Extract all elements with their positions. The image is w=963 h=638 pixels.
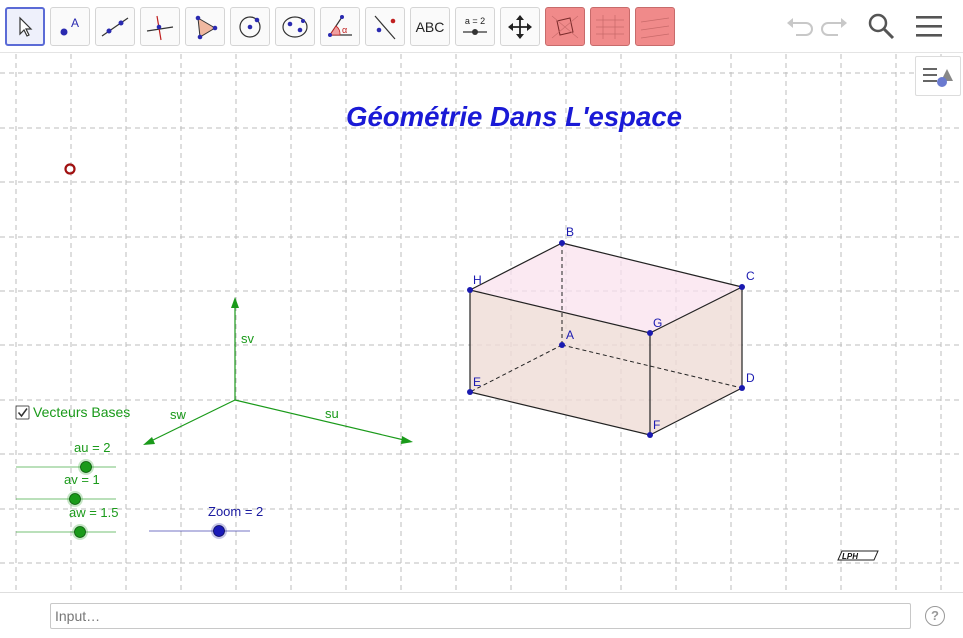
vector-sv-arrowhead — [231, 297, 239, 308]
view-tool-3-button[interactable] — [635, 7, 675, 46]
point-B[interactable] — [559, 240, 565, 246]
vecteurs-bases-label: Vecteurs Bases — [33, 404, 130, 420]
slider-aw-label: aw = 1.5 — [69, 505, 119, 520]
arrow-pointer-icon — [19, 16, 33, 37]
move-view-icon — [508, 14, 532, 39]
page-title[interactable]: Géométrie Dans L'espace — [346, 101, 682, 132]
vector-sw-arrowhead — [143, 437, 155, 445]
perpendicular-icon — [146, 15, 174, 40]
point-H-label: H — [473, 273, 482, 287]
point-icon: A — [60, 16, 79, 35]
line-through-points-icon — [101, 17, 129, 36]
vector-sv-label: sv — [241, 331, 255, 346]
point-G-label: G — [653, 316, 662, 330]
slider-au-handle — [80, 461, 92, 473]
line-tool-button[interactable] — [95, 7, 135, 46]
angle-tool-button[interactable]: α — [320, 7, 360, 46]
undo-icon — [787, 18, 813, 36]
move-tool-button[interactable] — [5, 7, 45, 46]
origin-marker[interactable] — [64, 163, 76, 175]
toolbar: A α ABC a = 2 — [0, 0, 963, 53]
ellipse-tool-button[interactable] — [275, 7, 315, 46]
angle-icon: α — [328, 14, 352, 37]
slider-av-label: av = 1 — [64, 472, 100, 487]
point-F[interactable] — [647, 432, 653, 438]
redo-icon — [821, 18, 847, 36]
geogebra-app: { "toolbar": { "tools": [ {"name": "move… — [0, 0, 963, 638]
input-help-button[interactable]: ? — [925, 606, 945, 626]
slider-tool-button[interactable]: a = 2 — [455, 7, 495, 46]
point-D-label: D — [746, 371, 755, 385]
vector-su[interactable] — [234, 399, 405, 441]
point-B-label: B — [566, 225, 574, 239]
slider-zoom-label: Zoom = 2 — [208, 504, 263, 519]
slider-av-handle — [69, 493, 81, 505]
point-A[interactable] — [559, 342, 565, 348]
vector-sw[interactable] — [150, 399, 236, 442]
move-graphics-view-button[interactable] — [500, 7, 540, 46]
vector-sw-label: sw — [170, 407, 187, 422]
circle-center-point-icon — [239, 15, 261, 38]
text-tool-button[interactable]: ABC — [410, 7, 450, 46]
view-tool-2-button[interactable] — [590, 7, 630, 46]
slider-zoom-handle — [213, 525, 225, 537]
reflect-tool-button[interactable] — [365, 7, 405, 46]
reflect-about-line-icon — [374, 15, 396, 39]
point-D[interactable] — [739, 385, 745, 391]
vector-su-arrowhead — [401, 436, 413, 444]
polygon-tool-button[interactable] — [185, 7, 225, 46]
search-icon — [868, 13, 895, 40]
ellipse-icon — [282, 15, 308, 38]
view-tool-1-button[interactable] — [545, 7, 585, 46]
search-button[interactable] — [863, 8, 899, 44]
point-H[interactable] — [467, 287, 473, 293]
vecteurs-bases-checkbox[interactable] — [15, 405, 30, 420]
main-menu-button[interactable] — [911, 8, 947, 44]
graphics-view[interactable]: sv sw su A B C D E F G H au = 2 av = 1 a… — [0, 54, 963, 592]
lph-logo-text: LPH — [842, 552, 858, 561]
point-E-label: E — [473, 375, 481, 389]
point-C-label: C — [746, 269, 755, 283]
undo-button[interactable] — [781, 8, 817, 44]
redo-button[interactable] — [817, 8, 853, 44]
vector-su-label: su — [325, 406, 339, 421]
point-E[interactable] — [467, 389, 473, 395]
slider-aw[interactable] — [16, 524, 116, 540]
algebra-input-field[interactable] — [50, 603, 911, 629]
point-C[interactable] — [739, 284, 745, 290]
pink-rectangle-icon — [549, 12, 581, 41]
slider-tool-label: a = 2 — [464, 16, 486, 26]
pink-rectangle-icon — [594, 12, 626, 41]
polygon-icon — [195, 15, 218, 39]
slider-zoom[interactable] — [149, 523, 250, 539]
hamburger-menu-icon — [916, 16, 942, 37]
point-A-label: A — [566, 328, 574, 342]
angle-tool-label: α — [342, 25, 347, 35]
slider-au-label: au = 2 — [74, 440, 111, 455]
graphics-canvas[interactable]: sv sw su A B C D E F G H au = 2 av = 1 a… — [0, 54, 963, 592]
perpendicular-line-tool-button[interactable] — [140, 7, 180, 46]
point-tool-label: A — [71, 16, 79, 30]
point-G[interactable] — [647, 330, 653, 336]
circle-tool-button[interactable] — [230, 7, 270, 46]
input-bar: ? — [0, 592, 963, 638]
style-bar-toggle-icon — [923, 68, 953, 87]
cuboid[interactable]: A B C D E F G H — [467, 225, 755, 438]
text-icon: ABC — [415, 18, 445, 35]
point-F-label: F — [653, 418, 660, 432]
point-tool-button[interactable]: A — [50, 7, 90, 46]
slider-aw-handle — [74, 526, 86, 538]
pink-rectangle-icon — [639, 12, 671, 41]
basis-vectors — [143, 297, 413, 445]
style-bar-toggle-button[interactable] — [915, 56, 961, 96]
lph-logo: LPH — [837, 550, 879, 561]
